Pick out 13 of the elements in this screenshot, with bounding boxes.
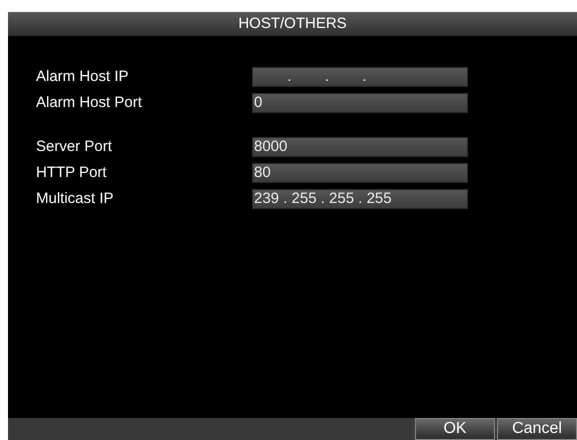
cancel-button[interactable]: Cancel xyxy=(497,418,577,440)
input-field[interactable]: . . . xyxy=(252,67,468,87)
field-label: Alarm Host Port xyxy=(36,92,143,113)
input-field[interactable]: 8000 xyxy=(252,137,468,157)
input-field[interactable]: 80 xyxy=(252,163,468,183)
field-label: HTTP Port xyxy=(36,162,108,183)
field-label: Alarm Host IP xyxy=(36,66,130,87)
input-field[interactable]: 0 xyxy=(252,93,468,113)
window-title: HOST/OTHERS xyxy=(8,12,577,36)
field-label: Server Port xyxy=(36,136,113,157)
ok-button[interactable]: OK xyxy=(415,418,495,440)
field-label: Multicast IP xyxy=(36,188,115,209)
input-field[interactable]: 239 . 255 . 255 . 255 xyxy=(252,189,468,209)
